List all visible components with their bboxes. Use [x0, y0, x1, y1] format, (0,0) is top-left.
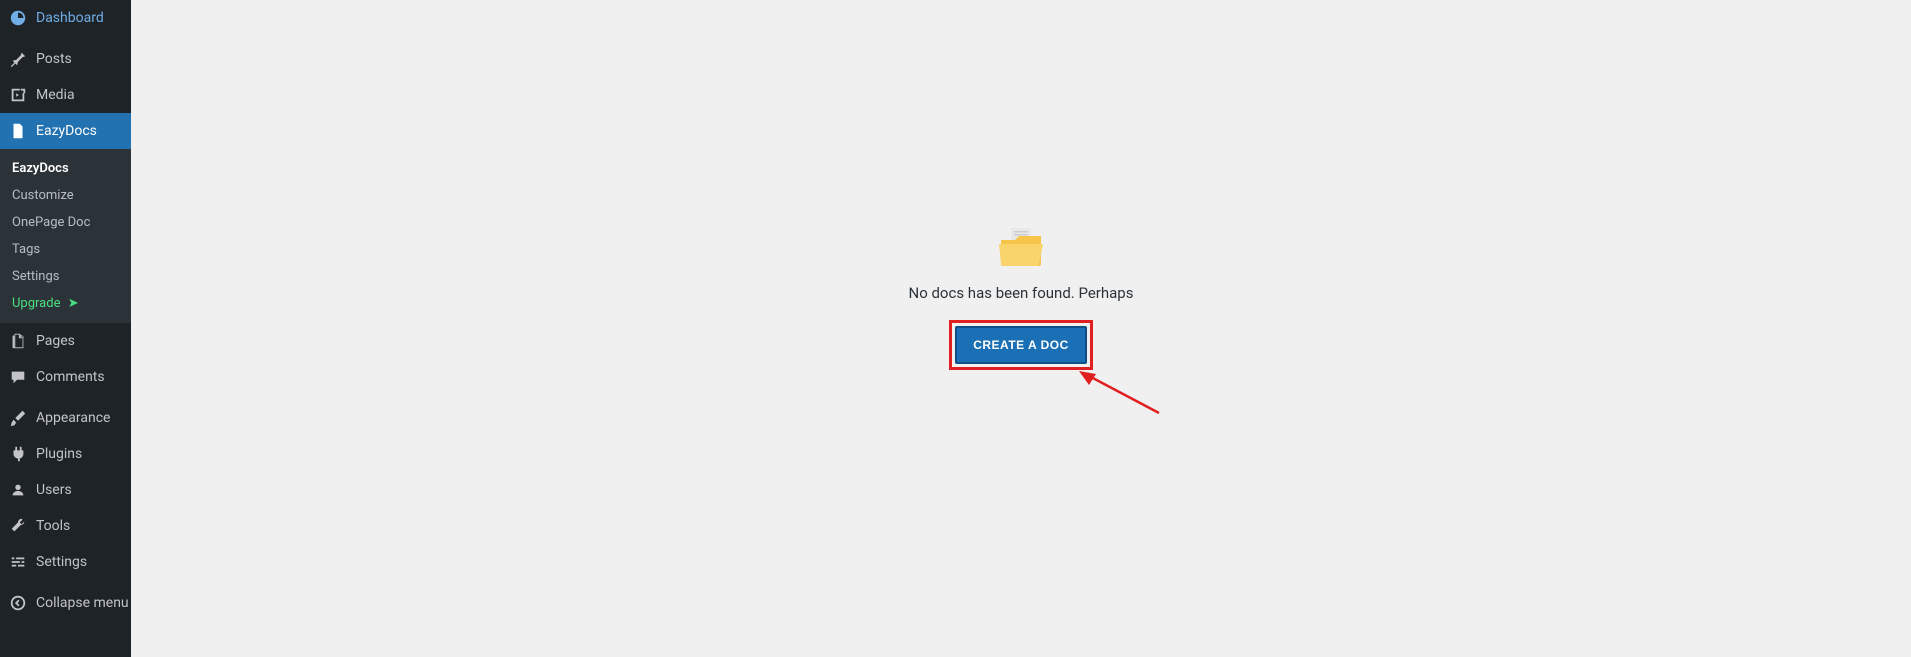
sidebar-submenu: EazyDocs Customize OnePage Doc Tags Sett… — [0, 149, 131, 323]
sidebar-item-label: Collapse menu — [36, 595, 129, 611]
submenu-item-upgrade[interactable]: Upgrade ➤ — [0, 290, 131, 317]
sidebar-item-pages[interactable]: Pages — [0, 323, 131, 359]
upgrade-label: Upgrade — [12, 296, 60, 311]
sidebar-item-label: Plugins — [36, 446, 82, 462]
arrow-icon: ➤ — [68, 296, 79, 311]
folder-icon — [997, 228, 1045, 272]
annotation-highlight: CREATE A DOC — [949, 320, 1093, 370]
sidebar-item-users[interactable]: Users — [0, 472, 131, 508]
sidebar-item-label: Tools — [36, 518, 70, 534]
sidebar-item-label: Appearance — [36, 410, 110, 426]
sidebar-item-settings[interactable]: Settings — [0, 544, 131, 580]
pin-icon — [8, 49, 28, 69]
sidebar-item-collapse[interactable]: Collapse menu — [0, 585, 131, 621]
annotation-arrow-icon — [1074, 368, 1164, 422]
empty-message: No docs has been found. Perhaps — [909, 284, 1134, 302]
brush-icon — [8, 408, 28, 428]
sidebar-item-label: EazyDocs — [36, 123, 97, 139]
sidebar-item-appearance[interactable]: Appearance — [0, 400, 131, 436]
user-icon — [8, 480, 28, 500]
submenu-item-onepage[interactable]: OnePage Doc — [0, 209, 131, 236]
collapse-icon — [8, 593, 28, 613]
submenu-item-tags[interactable]: Tags — [0, 236, 131, 263]
sidebar-item-dashboard[interactable]: Dashboard — [0, 0, 131, 36]
submenu-item-eazydocs[interactable]: EazyDocs — [0, 155, 131, 182]
plug-icon — [8, 444, 28, 464]
sidebar-item-comments[interactable]: Comments — [0, 359, 131, 395]
sidebar-item-label: Comments — [36, 369, 105, 385]
sidebar-item-label: Pages — [36, 333, 75, 349]
sidebar-item-label: Posts — [36, 51, 72, 67]
empty-state: No docs has been found. Perhaps CREATE A… — [909, 228, 1134, 370]
wrench-icon — [8, 516, 28, 536]
sidebar-item-label: Settings — [36, 554, 87, 570]
sidebar-item-label: Dashboard — [36, 10, 104, 26]
submenu-item-settings[interactable]: Settings — [0, 263, 131, 290]
admin-sidebar: Dashboard Posts Media EazyDocs EazyDocs … — [0, 0, 131, 657]
sliders-icon — [8, 552, 28, 572]
doc-icon — [8, 121, 28, 141]
dashboard-icon — [8, 8, 28, 28]
sidebar-item-media[interactable]: Media — [0, 77, 131, 113]
sidebar-item-tools[interactable]: Tools — [0, 508, 131, 544]
sidebar-item-plugins[interactable]: Plugins — [0, 436, 131, 472]
create-doc-button[interactable]: CREATE A DOC — [955, 326, 1087, 364]
sidebar-item-label: Media — [36, 87, 75, 103]
comment-icon — [8, 367, 28, 387]
submenu-item-customize[interactable]: Customize — [0, 182, 131, 209]
media-icon — [8, 85, 28, 105]
sidebar-item-posts[interactable]: Posts — [0, 41, 131, 77]
sidebar-item-eazydocs[interactable]: EazyDocs — [0, 113, 131, 149]
main-content: No docs has been found. Perhaps CREATE A… — [131, 0, 1911, 657]
sidebar-item-label: Users — [36, 482, 72, 498]
pages-icon — [8, 331, 28, 351]
